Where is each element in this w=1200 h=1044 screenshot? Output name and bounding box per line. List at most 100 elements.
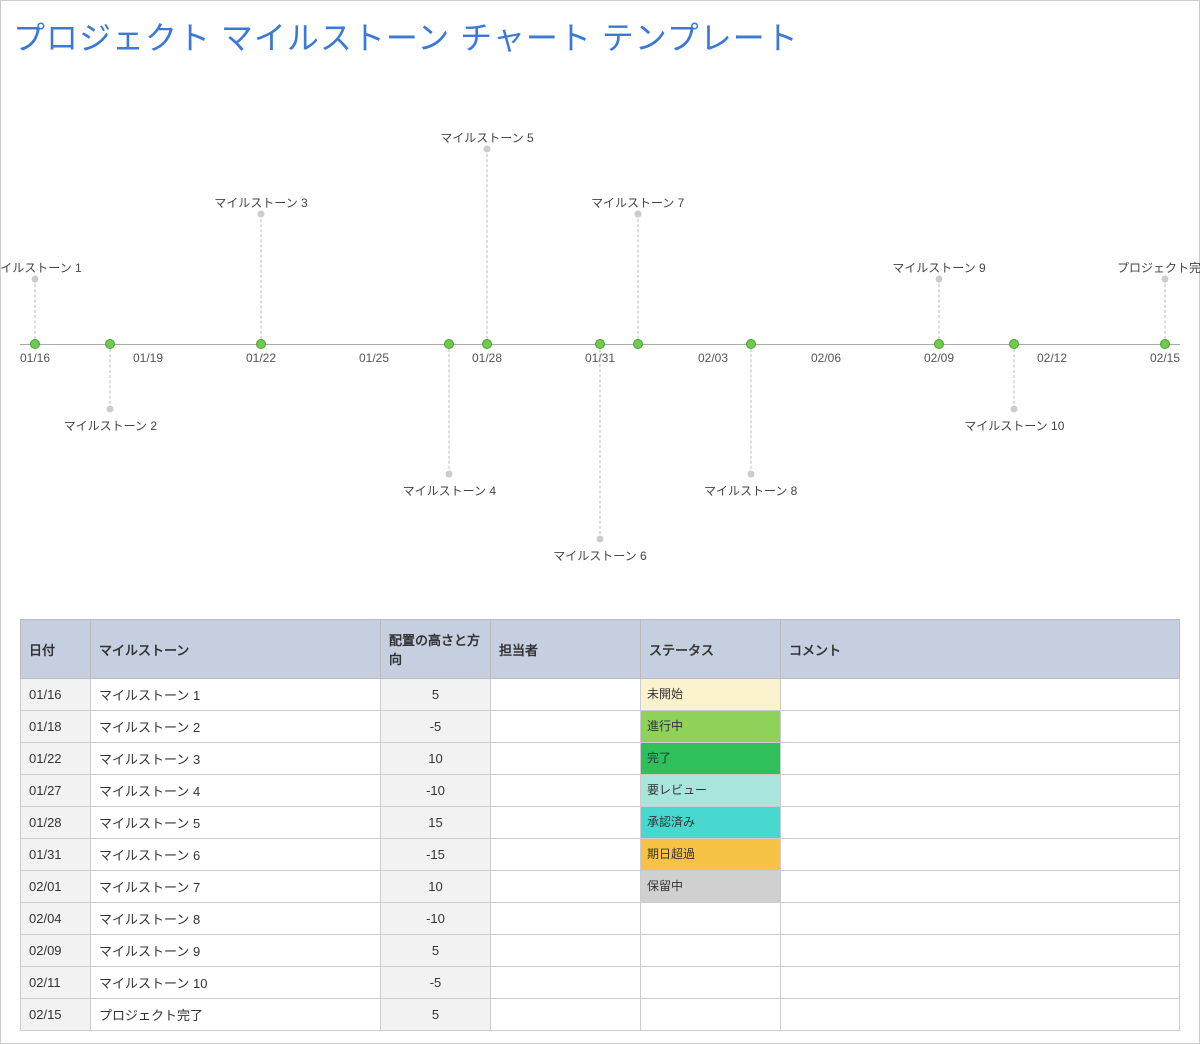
cell-height[interactable]: 5 bbox=[381, 679, 491, 711]
cell-date[interactable]: 01/22 bbox=[21, 743, 91, 775]
cell-comment[interactable] bbox=[781, 903, 1180, 935]
milestone-stem bbox=[750, 344, 751, 474]
cell-comment[interactable] bbox=[781, 999, 1180, 1031]
cell-status[interactable]: 保留中 bbox=[641, 871, 781, 903]
axis-tick: 01/19 bbox=[133, 351, 163, 365]
table-row: 02/09マイルストーン 95 bbox=[21, 935, 1180, 967]
col-header-status: ステータス bbox=[641, 620, 781, 679]
cell-assignee[interactable] bbox=[491, 871, 641, 903]
milestone-marker bbox=[1009, 339, 1019, 349]
milestone-marker bbox=[256, 339, 266, 349]
cell-assignee[interactable] bbox=[491, 967, 641, 999]
cell-comment[interactable] bbox=[781, 871, 1180, 903]
cell-date[interactable]: 02/11 bbox=[21, 967, 91, 999]
cell-milestone[interactable]: マイルストーン 4 bbox=[91, 775, 381, 807]
cell-height[interactable]: -5 bbox=[381, 711, 491, 743]
cell-height[interactable]: 5 bbox=[381, 935, 491, 967]
cell-milestone[interactable]: マイルストーン 2 bbox=[91, 711, 381, 743]
cell-assignee[interactable] bbox=[491, 839, 641, 871]
cell-status[interactable]: 完了 bbox=[641, 743, 781, 775]
cell-comment[interactable] bbox=[781, 775, 1180, 807]
col-header-milestone: マイルストーン bbox=[91, 620, 381, 679]
cell-height[interactable]: 15 bbox=[381, 807, 491, 839]
cell-height[interactable]: -10 bbox=[381, 903, 491, 935]
milestone-timeline-chart: 01/1601/1901/2201/2501/2801/3102/0302/06… bbox=[20, 99, 1180, 579]
milestone-table: 日付 マイルストーン 配置の高さと方向 担当者 ステータス コメント 01/16… bbox=[20, 619, 1180, 1031]
milestone-end-dot bbox=[484, 146, 491, 153]
cell-date[interactable]: 01/16 bbox=[21, 679, 91, 711]
cell-assignee[interactable] bbox=[491, 935, 641, 967]
cell-status[interactable]: 承認済み bbox=[641, 807, 781, 839]
milestone-stem bbox=[449, 344, 450, 474]
table-row: 02/15プロジェクト完了5 bbox=[21, 999, 1180, 1031]
cell-status[interactable]: 要レビュー bbox=[641, 775, 781, 807]
table-row: 02/11マイルストーン 10-5 bbox=[21, 967, 1180, 999]
cell-date[interactable]: 01/28 bbox=[21, 807, 91, 839]
cell-status[interactable]: 期日超過 bbox=[641, 839, 781, 871]
cell-date[interactable]: 02/15 bbox=[21, 999, 91, 1031]
table-row: 01/22マイルストーン 310 完了 bbox=[21, 743, 1180, 775]
cell-milestone[interactable]: マイルストーン 10 bbox=[91, 967, 381, 999]
cell-milestone[interactable]: マイルストーン 3 bbox=[91, 743, 381, 775]
cell-comment[interactable] bbox=[781, 807, 1180, 839]
col-header-assignee: 担当者 bbox=[491, 620, 641, 679]
cell-milestone[interactable]: マイルストーン 6 bbox=[91, 839, 381, 871]
milestone-stem bbox=[1165, 279, 1166, 344]
table-row: 01/27マイルストーン 4-10 要レビュー bbox=[21, 775, 1180, 807]
cell-milestone[interactable]: マイルストーン 1 bbox=[91, 679, 381, 711]
cell-date[interactable]: 02/01 bbox=[21, 871, 91, 903]
cell-comment[interactable] bbox=[781, 679, 1180, 711]
table-row: 01/31マイルストーン 6-15 期日超過 bbox=[21, 839, 1180, 871]
cell-date[interactable]: 02/09 bbox=[21, 935, 91, 967]
milestone-label: マイルストーン 10 bbox=[964, 417, 1064, 434]
cell-status[interactable]: 未開始 bbox=[641, 679, 781, 711]
cell-comment[interactable] bbox=[781, 743, 1180, 775]
cell-date[interactable]: 02/04 bbox=[21, 903, 91, 935]
milestone-marker bbox=[1160, 339, 1170, 349]
milestone-end-dot bbox=[597, 536, 604, 543]
cell-height[interactable]: -15 bbox=[381, 839, 491, 871]
cell-height[interactable]: 10 bbox=[381, 871, 491, 903]
cell-status[interactable]: 進行中 bbox=[641, 711, 781, 743]
cell-date[interactable]: 01/31 bbox=[21, 839, 91, 871]
cell-comment[interactable] bbox=[781, 711, 1180, 743]
cell-assignee[interactable] bbox=[491, 999, 641, 1031]
cell-milestone[interactable]: マイルストーン 9 bbox=[91, 935, 381, 967]
milestone-stem bbox=[487, 149, 488, 344]
milestone-marker bbox=[105, 339, 115, 349]
milestone-label: マイルストーン 6 bbox=[553, 547, 646, 564]
cell-height[interactable]: -5 bbox=[381, 967, 491, 999]
cell-assignee[interactable] bbox=[491, 807, 641, 839]
cell-comment[interactable] bbox=[781, 935, 1180, 967]
milestone-label: マイルストーン 3 bbox=[214, 194, 307, 211]
cell-comment[interactable] bbox=[781, 967, 1180, 999]
page-title: プロジェクト マイルストーン チャート テンプレート bbox=[13, 13, 1187, 59]
col-header-comment: コメント bbox=[781, 620, 1180, 679]
table-row: 01/28マイルストーン 515 承認済み bbox=[21, 807, 1180, 839]
cell-height[interactable]: 5 bbox=[381, 999, 491, 1031]
cell-status[interactable] bbox=[641, 935, 781, 967]
status-badge: 進行中 bbox=[641, 711, 780, 742]
milestone-marker bbox=[934, 339, 944, 349]
cell-date[interactable]: 01/27 bbox=[21, 775, 91, 807]
cell-milestone[interactable]: マイルストーン 7 bbox=[91, 871, 381, 903]
cell-assignee[interactable] bbox=[491, 679, 641, 711]
cell-milestone[interactable]: マイルストーン 8 bbox=[91, 903, 381, 935]
cell-assignee[interactable] bbox=[491, 775, 641, 807]
cell-comment[interactable] bbox=[781, 839, 1180, 871]
milestone-end-dot bbox=[1011, 406, 1018, 413]
cell-milestone[interactable]: マイルストーン 5 bbox=[91, 807, 381, 839]
status-badge: 要レビュー bbox=[641, 775, 780, 806]
cell-height[interactable]: -10 bbox=[381, 775, 491, 807]
milestone-label: マイルストーン 4 bbox=[403, 482, 496, 499]
cell-date[interactable]: 01/18 bbox=[21, 711, 91, 743]
cell-assignee[interactable] bbox=[491, 903, 641, 935]
milestone-end-dot bbox=[32, 276, 39, 283]
cell-status[interactable] bbox=[641, 903, 781, 935]
cell-status[interactable] bbox=[641, 999, 781, 1031]
cell-height[interactable]: 10 bbox=[381, 743, 491, 775]
cell-assignee[interactable] bbox=[491, 711, 641, 743]
cell-assignee[interactable] bbox=[491, 743, 641, 775]
cell-milestone[interactable]: プロジェクト完了 bbox=[91, 999, 381, 1031]
cell-status[interactable] bbox=[641, 967, 781, 999]
